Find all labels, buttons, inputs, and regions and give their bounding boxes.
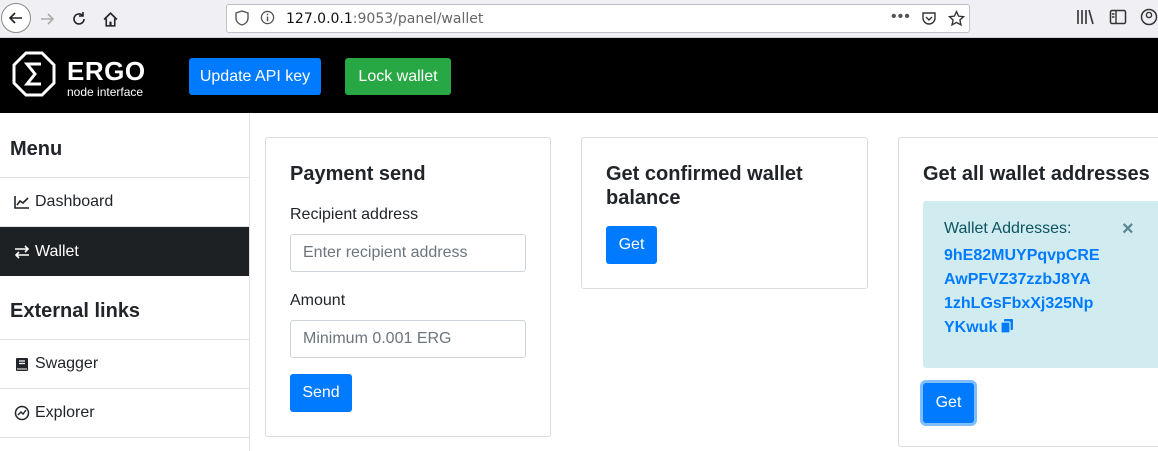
back-button[interactable] — [1, 3, 31, 33]
address-line: 1zhLGsFbxXj325Np — [944, 295, 1094, 312]
compass-icon — [13, 405, 31, 421]
logo-title: ERGO — [67, 56, 146, 86]
wallet-addresses-alert: Wallet Addresses: × 9hE82MUYPqvpCRE AwPF… — [923, 201, 1158, 368]
address-line: YKwuk — [944, 319, 998, 336]
app-header: ERGO node interface Update API key Lock … — [0, 38, 1158, 113]
recipient-address-label: Recipient address — [290, 206, 419, 223]
exchange-icon — [13, 244, 31, 259]
alert-heading: Wallet Addresses: — [944, 220, 1072, 237]
arrow-left-icon — [8, 12, 22, 24]
account-icon[interactable] — [1140, 8, 1158, 31]
reload-icon — [73, 12, 85, 25]
external-links-heading: External links — [10, 300, 141, 322]
address-bar[interactable]: 127.0.0.1:9053/panel/wallet ••• — [226, 4, 970, 33]
get-balance-button[interactable]: Get — [606, 226, 657, 264]
lock-wallet-button[interactable]: Lock wallet — [345, 58, 451, 95]
ergo-logo[interactable] — [10, 50, 58, 103]
page-actions-icon[interactable]: ••• — [891, 8, 911, 26]
sidebar-item-swagger[interactable]: Swagger — [0, 339, 249, 388]
pocket-icon[interactable] — [921, 10, 937, 29]
card-title: Payment send — [290, 163, 426, 185]
url-text: 127.0.0.1:9053/panel/wallet — [286, 11, 483, 27]
close-icon[interactable]: × — [1122, 218, 1134, 241]
wallet-addresses-card: Get all wallet addresses Wallet Addresse… — [898, 137, 1158, 447]
address-line-last: YKwuk — [944, 316, 1014, 342]
card-title: Get confirmed wallet balance — [606, 162, 803, 210]
sidebar-item-label: Swagger — [35, 355, 99, 372]
url-path: :9053/panel/wallet — [352, 11, 484, 27]
card-title-line2: balance — [606, 187, 681, 209]
forward-button[interactable] — [33, 5, 61, 33]
arrow-right-icon — [41, 13, 55, 25]
address-line: 9hE82MUYPqvpCRE — [944, 247, 1100, 264]
card-title: Get all wallet addresses — [923, 163, 1150, 185]
get-addresses-button[interactable]: Get — [923, 383, 974, 423]
sidebar: Menu Dashboard Wallet External links Swa… — [0, 113, 250, 451]
home-button[interactable] — [96, 5, 124, 33]
send-button[interactable]: Send — [290, 374, 352, 412]
menu-heading: Menu — [10, 138, 63, 160]
copy-icon[interactable] — [1000, 318, 1014, 342]
shield-icon — [235, 10, 249, 29]
sidebar-item-dashboard[interactable]: Dashboard — [0, 177, 249, 226]
sidebar-item-label: Dashboard — [35, 193, 114, 210]
sidebar-item-explorer[interactable]: Explorer — [0, 388, 249, 437]
chart-line-icon — [13, 195, 31, 209]
info-icon — [260, 10, 275, 28]
sidebar-toggle-icon[interactable] — [1109, 8, 1127, 31]
sidebar-item-wallet[interactable]: Wallet — [0, 226, 249, 276]
payment-send-card: Payment send Recipient address Amount Se… — [265, 137, 551, 437]
sidebar-item-label: Explorer — [35, 404, 95, 421]
update-api-key-button[interactable]: Update API key — [189, 58, 321, 95]
home-icon — [103, 11, 117, 27]
sidebar-divider — [0, 437, 249, 438]
sidebar-item-label: Wallet — [35, 242, 79, 260]
logo-subtitle: node interface — [67, 85, 144, 99]
amount-input[interactable] — [290, 320, 526, 358]
amount-label: Amount — [290, 292, 346, 309]
recipient-address-input[interactable] — [290, 234, 526, 272]
card-title-line1: Get confirmed wallet — [606, 163, 803, 185]
ergo-sigma-icon — [12, 51, 56, 97]
library-icon[interactable] — [1076, 8, 1094, 31]
address-line: AwPFVZ37zzbJ8YA — [944, 271, 1091, 288]
browser-toolbar: 127.0.0.1:9053/panel/wallet ••• — [0, 0, 1158, 38]
book-icon — [13, 357, 31, 372]
wallet-balance-card: Get confirmed wallet balance Get — [581, 137, 868, 289]
url-host: 127.0.0.1 — [286, 11, 353, 27]
reload-button[interactable] — [65, 5, 93, 33]
bookmark-star-icon[interactable] — [947, 9, 966, 30]
